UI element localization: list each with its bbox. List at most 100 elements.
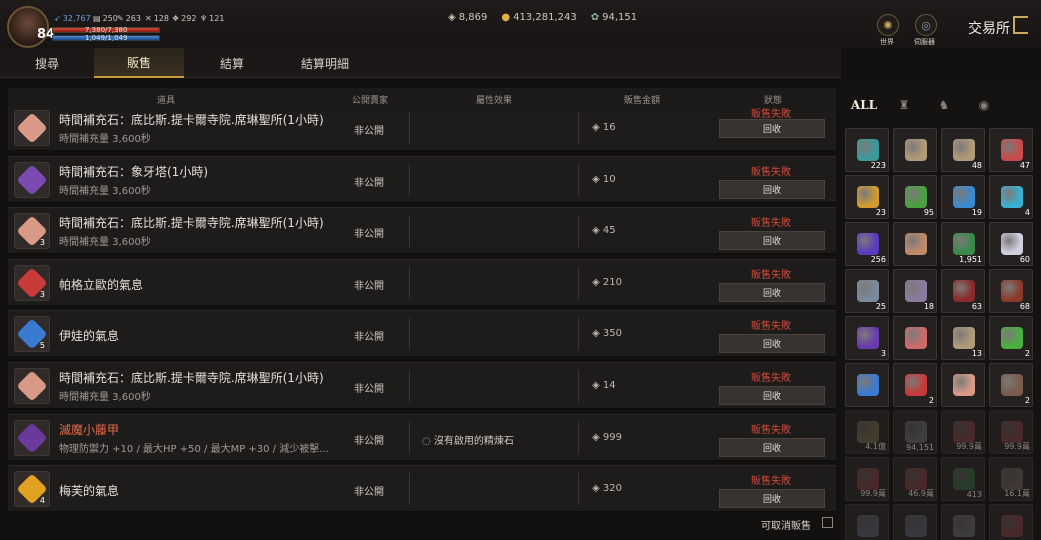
table-row[interactable]: 時間補充石：底比斯.提卡爾寺院.席琳聖所(1小時) 時間補充量 3,600秒 非公開…: [8, 108, 836, 151]
item-name: 時間補充石：底比斯.提卡爾寺院.席琳聖所(1小時): [59, 371, 324, 385]
page-title: 交易所: [968, 21, 1010, 37]
divider: [409, 163, 410, 196]
table-row[interactable]: 時間補充石：象牙塔(1小時) 時間補充量 3,600秒 非公開 ◈ 10 販售失敗 回收: [8, 155, 836, 203]
inventory-slot[interactable]: [845, 504, 889, 540]
world-button[interactable]: ✺: [877, 14, 899, 36]
inventory-item-count: 2: [1024, 396, 1030, 405]
table-row[interactable]: 4 梅芙的氣息 非公開 ◈ 320 販售失敗 回收: [8, 465, 836, 512]
inventory-slot[interactable]: [893, 316, 937, 360]
inventory-slot[interactable]: [893, 128, 937, 172]
col-item: 道具: [156, 96, 176, 106]
stat-value: 121: [209, 14, 225, 23]
public-seller: 非公開: [354, 487, 384, 499]
inventory-item-count: 99.9萬: [1004, 442, 1030, 451]
inventory-item-count: 4: [1024, 208, 1030, 217]
inventory-slot[interactable]: 223: [845, 128, 889, 172]
item-name: 滅魔小藤甲: [59, 422, 120, 437]
cross-icon: ✕: [145, 14, 152, 23]
item-slot: 3: [14, 213, 50, 250]
inventory-slot[interactable]: 2: [989, 316, 1033, 360]
inventory-item-count: 19: [971, 208, 982, 217]
server-button[interactable]: ◎: [915, 14, 937, 36]
table-row[interactable]: 時間補充石：底比斯.提卡爾寺院.席琳聖所(1小時) 時間補充量 3,600秒 非公開…: [8, 362, 836, 409]
table-row[interactable]: 5 伊娃的氣息 非公開 ◈ 350 販售失敗 回收: [8, 310, 836, 358]
gold-currency: ● 413,281,243: [501, 12, 576, 23]
tab-sell[interactable]: 販售: [94, 48, 184, 78]
inventory-tab-relic[interactable]: ◉: [971, 94, 997, 116]
inventory-slot[interactable]: 4: [989, 175, 1033, 219]
stat-value: 128: [153, 14, 169, 23]
recall-button[interactable]: 回收: [719, 119, 825, 138]
inventory-tab-all[interactable]: ALL: [851, 94, 877, 116]
recall-button[interactable]: 回收: [719, 437, 825, 457]
inventory-slot[interactable]: 46.9萬: [893, 457, 937, 501]
inventory-slot[interactable]: 13: [941, 316, 985, 360]
public-seller: 非公開: [354, 280, 384, 292]
inventory-slot[interactable]: 60: [989, 222, 1033, 266]
recall-button[interactable]: 回收: [719, 282, 825, 302]
tab-settle-details[interactable]: 結算明細: [280, 48, 370, 78]
table-row[interactable]: 3 時間補充石：底比斯.提卡爾寺院.席琳聖所(1小時) 時間補充量 3,600秒 非公…: [8, 207, 836, 255]
inventory-slot[interactable]: 47: [989, 128, 1033, 172]
inventory-slot[interactable]: 94,151: [893, 410, 937, 454]
inventory-tab-consumables[interactable]: ♞: [931, 94, 957, 116]
inventory-slot[interactable]: 19: [941, 175, 985, 219]
inventory-item-icon: [953, 233, 975, 255]
item-name: 時間補充石：底比斯.提卡爾寺院.席琳聖所(1小時): [59, 216, 324, 231]
divider: [578, 421, 579, 454]
inventory-slot[interactable]: [941, 504, 985, 540]
price-value: 210: [602, 276, 622, 288]
exit-icon[interactable]: [1013, 16, 1028, 34]
inventory-slot[interactable]: 413: [941, 457, 985, 501]
inventory-slot[interactable]: 95: [893, 175, 937, 219]
inventory-item-icon: [857, 421, 879, 443]
item-slot: [14, 161, 50, 198]
inventory-slot[interactable]: 1,951: [941, 222, 985, 266]
inventory-slot[interactable]: 23: [845, 175, 889, 219]
inventory-tab-equipment[interactable]: ♜: [891, 94, 917, 116]
item-slot: 5: [14, 316, 50, 353]
table-row[interactable]: 3 帕格立歐的氣息 非公開 ◈ 210 販售失敗 回收: [8, 258, 836, 306]
inventory-slot[interactable]: 25: [845, 269, 889, 313]
inventory-slot[interactable]: 2: [893, 363, 937, 407]
inventory-slot[interactable]: [893, 504, 937, 540]
inventory-slot[interactable]: 99.9萬: [845, 457, 889, 501]
inventory-slot[interactable]: 2: [989, 363, 1033, 407]
recall-button[interactable]: 回收: [719, 386, 825, 405]
inventory-slot[interactable]: [893, 222, 937, 266]
inventory-slot[interactable]: 99.9萬: [989, 410, 1033, 454]
recall-button[interactable]: 回收: [719, 489, 825, 509]
price: ◈ 210: [592, 277, 622, 288]
inventory-item-count: 3: [880, 349, 886, 358]
inventory-slot[interactable]: 68: [989, 269, 1033, 313]
inventory-slot[interactable]: 4.1億: [845, 410, 889, 454]
inventory-slot[interactable]: 48: [941, 128, 985, 172]
inventory-slot[interactable]: 18: [893, 269, 937, 313]
diamond-amount: 8,869: [458, 12, 488, 23]
tab-search[interactable]: 搜尋: [0, 48, 94, 78]
recall-button[interactable]: 回收: [719, 334, 825, 354]
inventory-item-icon: [905, 327, 927, 349]
price-value: 14: [602, 380, 616, 391]
mp-text: 1,049/1,049: [85, 34, 128, 42]
inventory-slot[interactable]: 3: [845, 316, 889, 360]
inventory-item-icon: [905, 515, 927, 537]
inventory-slot[interactable]: 63: [941, 269, 985, 313]
inventory-item-icon: [857, 374, 879, 396]
inventory-item-count: 2: [1024, 349, 1030, 358]
table-row[interactable]: 滅魔小藤甲 物理防禦力 +10 / 最大HP +50 / 最大MP +30 / 減…: [8, 413, 836, 461]
inventory-slot[interactable]: [845, 363, 889, 407]
divider: [409, 370, 410, 402]
inventory-slot[interactable]: 256: [845, 222, 889, 266]
recall-button[interactable]: 回收: [719, 231, 825, 251]
price: ◈ 14: [592, 380, 616, 391]
tab-settle[interactable]: 結算: [184, 48, 280, 78]
relic-icon: ◉: [978, 98, 990, 112]
inventory-slot[interactable]: [941, 363, 985, 407]
inventory-slot[interactable]: [989, 504, 1033, 540]
attr-effect: ◌ 沒有啟用的精煉石: [422, 432, 514, 447]
recall-button[interactable]: 回收: [719, 179, 825, 199]
inventory-slot[interactable]: 99.9萬: [941, 410, 985, 454]
cancel-sale-checkbox[interactable]: [822, 517, 833, 528]
inventory-slot[interactable]: 16.1萬: [989, 457, 1033, 501]
